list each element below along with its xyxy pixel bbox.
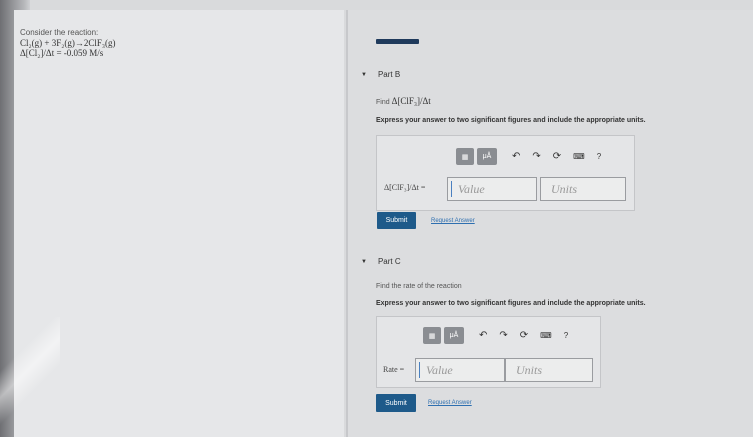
part-c-title: Part C xyxy=(377,257,401,266)
value-placeholder: Value xyxy=(426,362,453,377)
value-placeholder: Value xyxy=(458,181,485,196)
part-b-units-input[interactable]: Units xyxy=(540,177,626,201)
problem-intro: Consider the reaction: Cl₂(g) + 3F₂(g)→2… xyxy=(20,28,116,58)
undo-icon[interactable]: ↶ xyxy=(479,330,487,341)
find-expr: Δ[ClF₃]/Δt xyxy=(391,96,431,106)
redo-icon[interactable]: ↷ xyxy=(532,151,540,162)
help-icon[interactable]: ? xyxy=(564,331,568,340)
part-c-submit-button[interactable]: Submit xyxy=(376,394,416,412)
part-b-toolbar: ▦ μÅ ↶ ↷ ⟳ ⌨ ? xyxy=(456,148,601,165)
reset-icon[interactable]: ⟳ xyxy=(520,330,528,341)
units-placeholder: Units xyxy=(516,362,543,377)
caret-down-icon: ▼ xyxy=(361,258,367,265)
template-icon[interactable]: ▦ xyxy=(423,327,441,344)
part-b-answer-box: ▦ μÅ ↶ ↷ ⟳ ⌨ ? Δ[ClF₃]/Δt = Value Units xyxy=(376,135,635,211)
part-c-toolbar: ▦ μÅ ↶ ↷ ⟳ ⌨ ? xyxy=(423,327,568,344)
part-c-units-input[interactable]: Units xyxy=(505,358,593,382)
screen-glare xyxy=(0,317,60,437)
part-c-request-answer[interactable]: Request Answer xyxy=(428,400,472,406)
find-prefix: Find xyxy=(376,99,390,106)
part-c-answer-box: ▦ μÅ ↶ ↷ ⟳ ⌨ ? Rate = Value Units xyxy=(376,316,601,388)
units-button[interactable]: μÅ xyxy=(477,148,497,165)
part-c-find: Find the rate of the reaction xyxy=(376,283,462,290)
part-b-title: Part B xyxy=(377,70,401,79)
given-rate: Δ[Cl₂]/Δt = -0.059 M/s xyxy=(20,48,104,58)
caret-down-icon: ▼ xyxy=(361,71,367,78)
units-placeholder: Units xyxy=(551,181,578,196)
progress-bar xyxy=(376,39,419,44)
text-cursor xyxy=(419,362,420,378)
reset-icon[interactable]: ⟳ xyxy=(553,151,561,162)
reaction-equation: Cl₂(g) + 3F₂(g)→2ClF₃(g) xyxy=(20,38,116,48)
part-c-express: Express your answer to two significant f… xyxy=(376,300,646,307)
part-c-header[interactable]: ▼ Part C xyxy=(361,257,401,266)
part-b-submit-button[interactable]: Submit xyxy=(377,212,416,229)
keyboard-icon[interactable]: ⌨ xyxy=(540,331,552,340)
redo-icon[interactable]: ↷ xyxy=(499,330,507,341)
keyboard-icon[interactable]: ⌨ xyxy=(573,152,585,161)
units-button[interactable]: μÅ xyxy=(444,327,464,344)
part-b-find: Find Δ[ClF₃]/Δt xyxy=(376,96,431,106)
part-c-value-input[interactable]: Value xyxy=(415,358,505,382)
part-b-value-input[interactable]: Value xyxy=(447,177,537,201)
part-b-express: Express your answer to two significant f… xyxy=(376,117,646,124)
text-cursor xyxy=(451,181,452,197)
part-b-answer-label: Δ[ClF₃]/Δt = xyxy=(384,183,426,192)
help-icon[interactable]: ? xyxy=(597,152,601,161)
part-c-answer-label: Rate = xyxy=(383,365,405,374)
problem-panel xyxy=(14,10,344,437)
part-b-header[interactable]: ▼ Part B xyxy=(361,70,400,79)
consider-text: Consider the reaction: xyxy=(20,28,99,37)
part-b-request-answer[interactable]: Request Answer xyxy=(431,218,475,224)
undo-icon[interactable]: ↶ xyxy=(512,151,520,162)
template-icon[interactable]: ▦ xyxy=(456,148,474,165)
